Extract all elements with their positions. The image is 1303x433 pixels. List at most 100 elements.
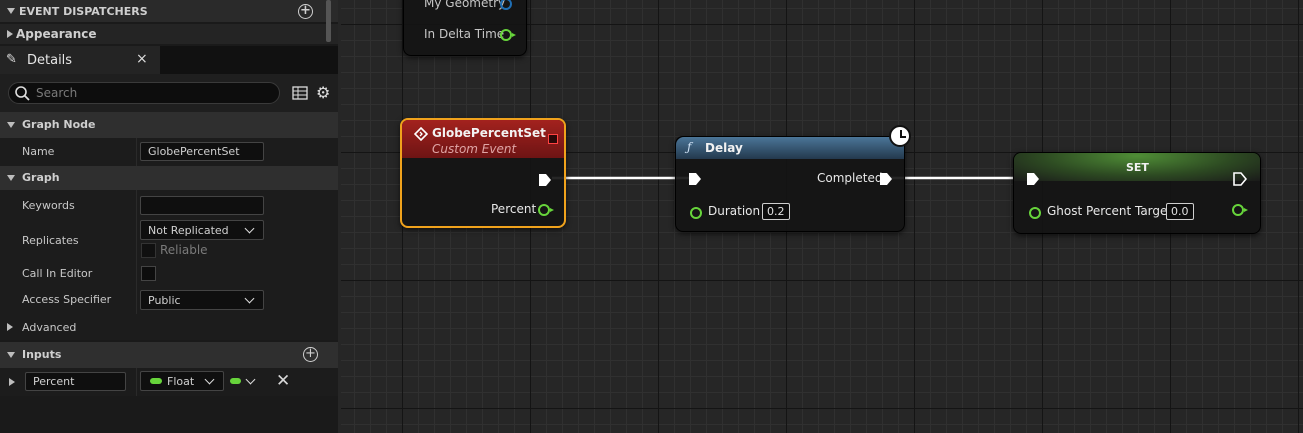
expand-arrow-icon: [7, 323, 13, 331]
delta-time-pin-label: In Delta Time: [424, 27, 505, 41]
my-geometry-pin[interactable]: [500, 0, 512, 10]
reliable-label: Reliable: [160, 243, 208, 257]
advanced-label: Advanced: [22, 321, 77, 334]
name-field[interactable]: GlobePercentSet: [140, 142, 264, 161]
set-title: SET: [1126, 161, 1149, 174]
search-icon: [15, 86, 30, 101]
name-row: Name GlobePercentSet: [0, 138, 338, 166]
float-type-pill-icon: [150, 378, 162, 384]
container-type-pill-icon[interactable]: [230, 378, 241, 384]
exec-out-pin[interactable]: [1233, 172, 1247, 186]
replicates-dropdown[interactable]: Not Replicated: [140, 220, 264, 240]
event-diamond-icon: [414, 127, 428, 141]
expand-arrow-icon[interactable]: [9, 378, 15, 386]
access-specifier-label: Access Specifier: [22, 293, 112, 306]
details-tab-label: Details: [27, 53, 73, 68]
keywords-field[interactable]: [140, 196, 264, 215]
graph-node-section[interactable]: Graph Node: [0, 112, 338, 138]
scrollbar[interactable]: [326, 0, 331, 42]
column-divider: [136, 220, 137, 262]
duration-pin-label: Duration: [708, 204, 761, 218]
table-view-icon[interactable]: [292, 86, 308, 100]
graph-section[interactable]: Graph: [0, 166, 338, 190]
exec-in-pin[interactable]: [688, 172, 702, 186]
pencil-icon: ✎: [6, 52, 17, 67]
call-in-editor-label: Call In Editor: [22, 267, 93, 280]
details-panel: EVENT DISPATCHERS + Appearance ✎ Details…: [0, 0, 338, 433]
inputs-section-label: Inputs: [22, 348, 62, 361]
duration-value-field[interactable]: 0.2: [762, 203, 790, 220]
delegate-pin-icon[interactable]: [548, 134, 558, 144]
my-geometry-pin-label: My Geometry: [424, 0, 506, 10]
ghost-percent-input-pin[interactable]: [1029, 207, 1041, 219]
ghost-percent-value-field[interactable]: 0.0: [1166, 203, 1194, 220]
delta-time-pin[interactable]: [500, 29, 516, 41]
percent-pin-label: Percent: [491, 202, 537, 216]
function-icon: ƒ: [687, 140, 692, 154]
input-param-name-field[interactable]: Percent: [25, 372, 126, 391]
settings-gear-icon[interactable]: ⚙: [316, 83, 330, 102]
delay-title: Delay: [705, 141, 743, 155]
add-input-icon[interactable]: +: [303, 347, 318, 362]
chevron-down-icon[interactable]: [245, 374, 256, 385]
reliable-checkbox[interactable]: [141, 243, 156, 258]
blueprint-graph-canvas[interactable]: My Geometry In Delta Time GlobePercentSe…: [341, 0, 1303, 433]
event-dispatchers-label: EVENT DISPATCHERS: [19, 5, 148, 18]
access-specifier-dropdown[interactable]: Public: [140, 290, 264, 310]
replicates-row: Replicates Not Replicated Reliable: [0, 220, 338, 262]
call-in-editor-checkbox[interactable]: [141, 266, 156, 281]
chevron-down-icon: [244, 293, 255, 304]
graph-node-section-label: Graph Node: [22, 118, 96, 131]
custom-event-node[interactable]: GlobePercentSet Custom Event Percent: [400, 118, 566, 228]
appearance-section[interactable]: Appearance: [0, 24, 338, 44]
access-specifier-value: Public: [148, 294, 181, 307]
keywords-row: Keywords: [0, 190, 338, 220]
column-divider: [136, 368, 137, 396]
completed-pin-label: Completed: [817, 171, 883, 185]
event-dispatchers-section[interactable]: EVENT DISPATCHERS +: [0, 0, 338, 22]
column-divider: [136, 288, 137, 314]
close-tab-icon[interactable]: ×: [136, 51, 148, 67]
input-param-row: Percent Float ✕: [0, 368, 338, 396]
call-in-editor-row: Call In Editor: [0, 262, 338, 288]
name-label: Name: [22, 145, 55, 158]
custom-event-title: GlobePercentSet: [432, 126, 546, 140]
tab-details[interactable]: ✎ Details ×: [0, 46, 160, 74]
percent-output-pin[interactable]: [538, 204, 554, 216]
access-specifier-row: Access Specifier Public: [0, 288, 338, 314]
tab-bar: ✎ Details ×: [0, 46, 338, 74]
duration-input-pin[interactable]: [690, 207, 702, 219]
collapse-arrow-icon: [7, 122, 15, 128]
exec-out-pin[interactable]: [538, 173, 552, 187]
replicates-label: Replicates: [22, 234, 79, 247]
search-input[interactable]: Search: [8, 82, 280, 104]
ghost-percent-pin-label: Ghost Percent Target: [1047, 204, 1173, 218]
ghost-percent-output-pin[interactable]: [1232, 204, 1248, 216]
add-dispatcher-icon[interactable]: +: [298, 4, 313, 19]
inputs-section[interactable]: Inputs +: [0, 342, 338, 368]
input-type-value: Float: [167, 375, 195, 388]
collapse-arrow-icon: [7, 175, 15, 181]
completed-exec-pin[interactable]: [879, 172, 893, 186]
delay-node[interactable]: ƒ Delay Completed Duration 0.2: [675, 125, 911, 232]
collapse-arrow-icon: [7, 352, 15, 358]
latent-clock-icon: [889, 125, 911, 147]
chevron-down-icon: [204, 374, 215, 385]
remove-input-icon[interactable]: ✕: [276, 371, 290, 391]
column-divider: [136, 190, 137, 220]
keywords-label: Keywords: [22, 199, 75, 212]
advanced-section[interactable]: Advanced: [0, 314, 338, 340]
set-variable-node[interactable]: SET Ghost Percent Target 0.0: [1013, 152, 1261, 234]
graph-section-label: Graph: [22, 171, 60, 184]
appearance-label: Appearance: [16, 27, 97, 41]
search-row: Search ⚙: [0, 74, 338, 112]
expand-arrow-icon: [7, 30, 13, 38]
exec-in-pin[interactable]: [1026, 172, 1040, 186]
input-type-dropdown[interactable]: Float: [140, 371, 224, 391]
event-tick-node[interactable]: My Geometry In Delta Time: [403, 0, 527, 56]
collapse-arrow-icon: [7, 8, 15, 14]
chevron-down-icon: [244, 223, 255, 234]
custom-event-subtitle: Custom Event: [432, 142, 517, 156]
column-divider: [136, 262, 137, 288]
column-divider: [136, 138, 137, 166]
